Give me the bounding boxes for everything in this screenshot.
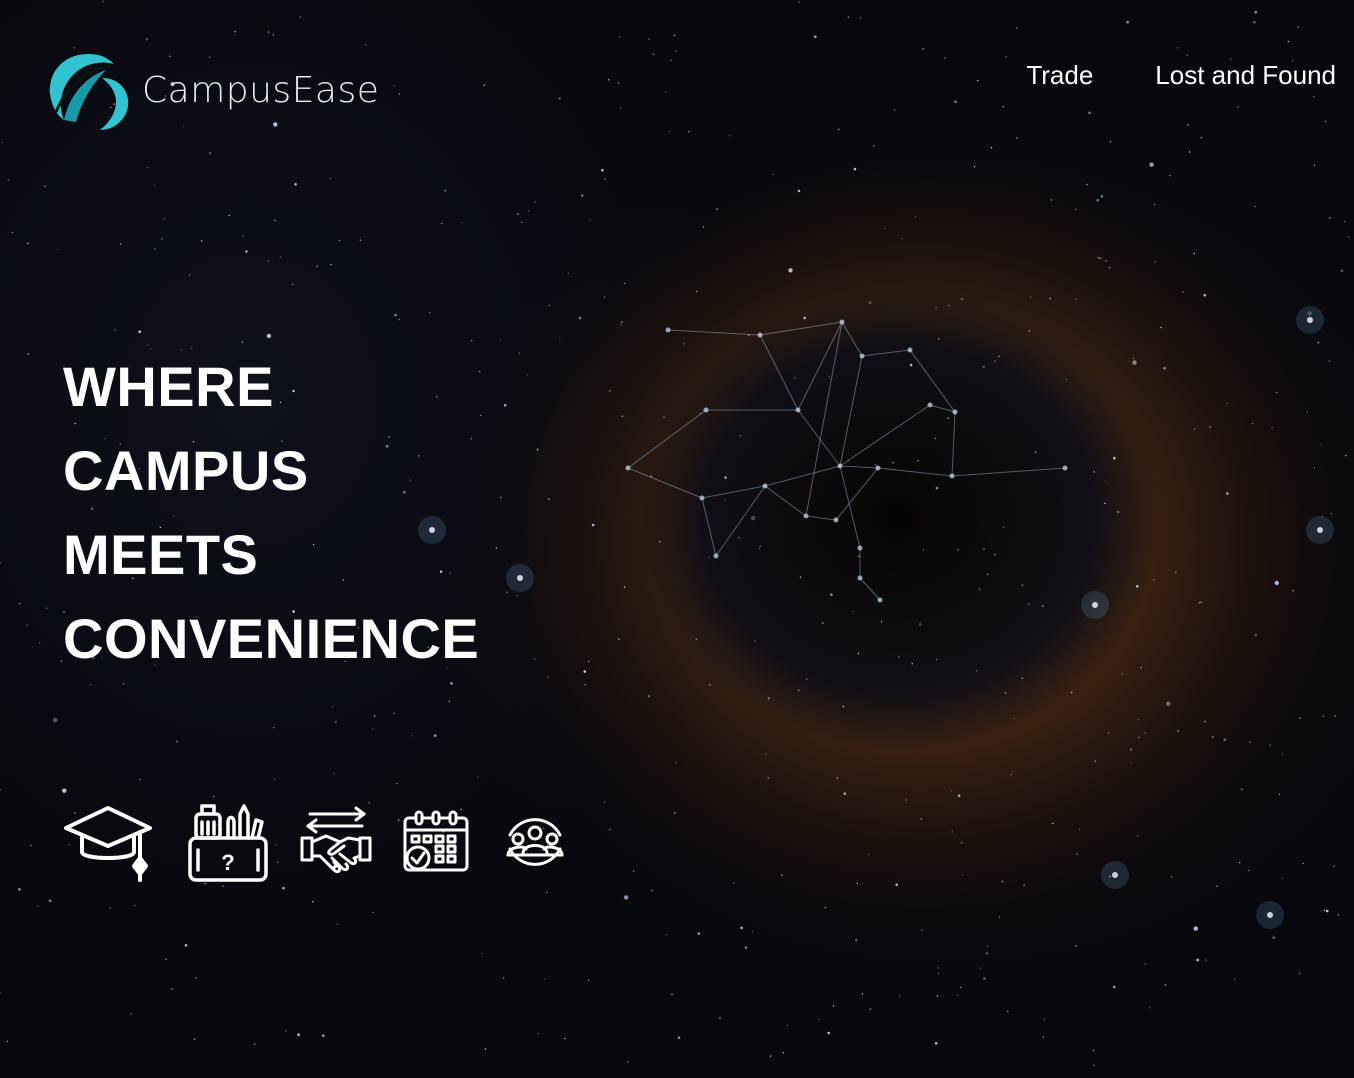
- landing-page: CampusEase Trade Lost and Found WHERE CA…: [0, 0, 1354, 1078]
- nav-link-lost-and-found[interactable]: Lost and Found: [1155, 60, 1336, 91]
- trade-handshake-icon[interactable]: [300, 806, 372, 878]
- nav-link-trade[interactable]: Trade: [1026, 60, 1093, 91]
- svg-text:?: ?: [221, 850, 234, 875]
- logo[interactable]: CampusEase: [44, 48, 379, 132]
- hero-headline: WHERE CAMPUS MEETS CONVENIENCE: [63, 345, 479, 681]
- lost-and-found-box-icon[interactable]: ?: [186, 800, 270, 884]
- hero-line-3: MEETS: [63, 523, 259, 586]
- logo-text: CampusEase: [142, 69, 380, 111]
- top-nav: Trade Lost and Found: [1026, 60, 1336, 91]
- hero-line-1: WHERE: [63, 355, 274, 418]
- calendar-icon[interactable]: [402, 810, 470, 874]
- hero-line-2: CAMPUS: [63, 439, 309, 502]
- hero-line-4: CONVENIENCE: [63, 607, 480, 670]
- logo-swoosh-icon: [49, 54, 129, 130]
- feature-icons: ?: [60, 800, 568, 884]
- community-group-icon[interactable]: [502, 809, 568, 875]
- graduation-cap-icon[interactable]: [60, 800, 156, 884]
